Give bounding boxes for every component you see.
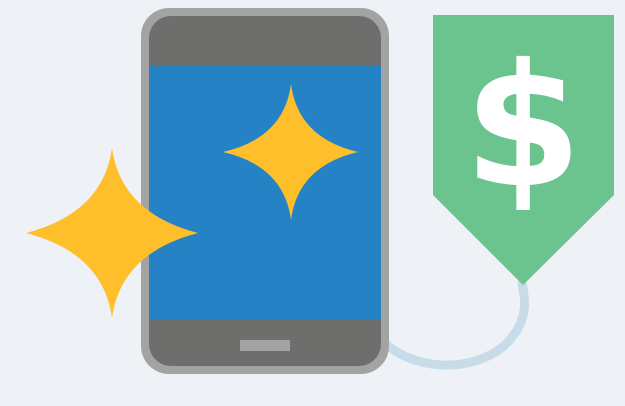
- smartphone: [141, 8, 389, 374]
- tag-string: [377, 278, 529, 370]
- price-tag: $: [433, 15, 614, 285]
- smartphone-price-illustration: $: [0, 0, 625, 401]
- dollar-sign-icon: $: [464, 28, 582, 226]
- phone-home-button: [240, 340, 290, 351]
- phone-screen: [149, 66, 381, 319]
- illustration-canvas: $: [26, 8, 614, 374]
